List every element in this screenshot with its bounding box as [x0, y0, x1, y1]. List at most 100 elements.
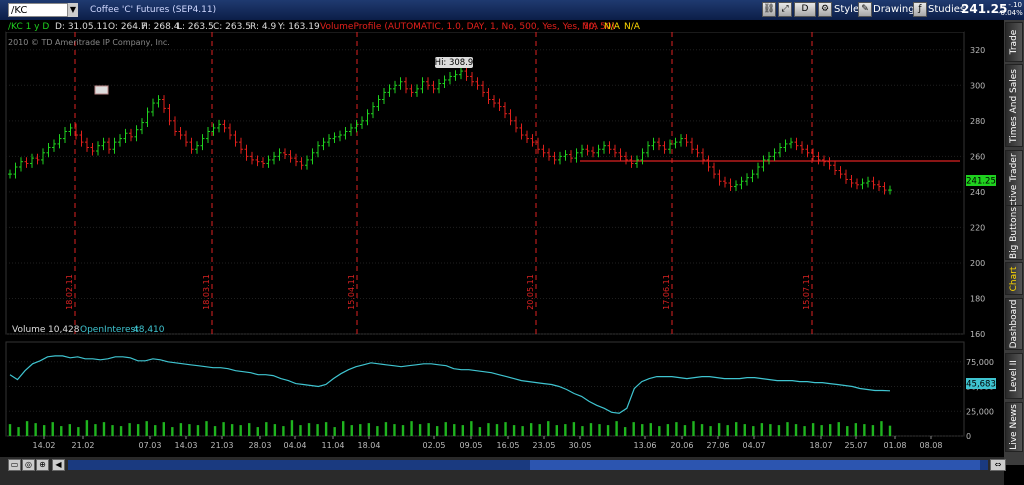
sidebar-tab-dashboard[interactable]: Dashboard [1005, 298, 1023, 350]
scroll-right-icon[interactable]: ⇔ [990, 459, 1006, 471]
volume-bar [735, 422, 738, 436]
ohlc-date: D: 31.05.11 [55, 22, 108, 32]
x-axis-tick: 27.06 [707, 441, 730, 450]
aggregation-button[interactable]: D [794, 2, 816, 17]
volume-bar [171, 427, 174, 436]
svg-text:Hi: 308.9: Hi: 308.9 [435, 58, 474, 68]
volume-label: Volume [12, 325, 46, 335]
volume-value: 10,428 [48, 325, 80, 335]
symbol-input[interactable]: /KC [8, 3, 68, 17]
scroll-left-icon[interactable]: ◀ [52, 459, 65, 471]
volume-bar [8, 424, 12, 436]
volume-bar [478, 427, 482, 436]
volume-bar [248, 423, 251, 436]
volume-bar [273, 424, 277, 436]
volume-bar [34, 423, 37, 436]
current-oi-badge: 45,683 [966, 378, 996, 390]
volume-bar [623, 427, 627, 436]
zoom-in-icon[interactable]: ⊕ [36, 459, 49, 471]
volume-axis-tick: 75,000 [966, 358, 994, 367]
x-axis-tick: 21.02 [72, 441, 95, 450]
drawings-icon[interactable]: ✎ [858, 2, 872, 17]
style-button[interactable]: Style [834, 3, 859, 17]
volume-bar [102, 422, 106, 436]
volume-bar [145, 421, 148, 436]
x-axis-tick: 04.07 [743, 441, 766, 450]
price-axis-tick: 160 [970, 330, 985, 339]
volume-bar [470, 421, 473, 436]
studies-button[interactable]: Studies [928, 3, 965, 17]
volume-bar [743, 424, 746, 436]
volume-bar [60, 426, 63, 436]
x-axis-tick: 04.04 [284, 441, 307, 450]
volume-profile-label[interactable]: VolumeProfile (AUTOMATIC, 1.0, DAY, 1, N… [320, 22, 615, 32]
volume-bar [880, 421, 883, 436]
volume-bar [598, 424, 601, 436]
date-marker-label: 20.05.11 [526, 274, 535, 310]
event-flag-icon[interactable] [94, 85, 109, 95]
style-icon[interactable]: ⚙ [818, 2, 832, 17]
volume-bar [453, 424, 456, 436]
na-label-2: N/A [604, 22, 621, 32]
scrollbar-thumb[interactable] [530, 460, 980, 470]
volume-bar [871, 425, 875, 436]
volume-bar [769, 424, 772, 436]
ohlc-close: C: 263.5 [213, 22, 251, 32]
x-axis-tick: 02.05 [423, 441, 446, 450]
date-marker-label: 15.07.11 [802, 274, 811, 310]
sidebar-tab-trade[interactable]: Trade [1005, 22, 1023, 62]
volume-bar [649, 423, 652, 436]
open-interest-value: 48,410 [133, 325, 165, 335]
volume-bar [828, 424, 832, 436]
x-axis-tick: 28.03 [249, 441, 272, 450]
sidebar-tab-big-buttons[interactable]: Big Buttons [1005, 205, 1023, 260]
price-axis-tick: 280 [970, 117, 985, 126]
sidebar-tab-live-news[interactable]: Live News [1005, 402, 1023, 452]
volume-axis-tick: 0 [966, 432, 971, 441]
high-label: Hi: 308.9 [435, 57, 474, 68]
x-axis-tick: 20.06 [671, 441, 694, 450]
volume-bar [359, 424, 362, 436]
symbol-dropdown-icon[interactable]: ▼ [68, 3, 78, 17]
x-axis-tick: 30.05 [569, 441, 592, 450]
volume-bar [820, 425, 823, 436]
volume-bar [188, 424, 191, 436]
volume-bar [837, 422, 840, 436]
volume-bar [376, 426, 379, 436]
date-marker-label: 18.02.11 [65, 274, 74, 310]
zoom-reset-icon[interactable]: ◎ [22, 459, 35, 471]
volume-bar [794, 424, 798, 436]
current-price-badge: 241.25 [966, 175, 996, 187]
volume-bar [777, 425, 781, 436]
volume-bar [136, 424, 140, 436]
zoom-out-icon[interactable]: ▭ [8, 459, 21, 471]
volume-bar [760, 423, 764, 436]
volume-bar [68, 424, 72, 436]
volume-bar [606, 425, 610, 436]
volume-bar [786, 422, 789, 436]
sidebar-tab-times-and-sales[interactable]: Times And Sales [1005, 64, 1023, 147]
volume-bar [350, 425, 353, 436]
link-icon[interactable]: ⛓ [762, 2, 776, 17]
price-axis-tick: 200 [970, 259, 985, 268]
price-axis-tick: 320 [970, 46, 985, 55]
sidebar-tab-chart[interactable]: Chart [1005, 262, 1023, 295]
x-axis-tick: 18.07 [810, 441, 833, 450]
price-axis-tick: 260 [970, 152, 985, 161]
expand-icon[interactable]: ⤢ [778, 2, 792, 17]
studies-icon[interactable]: ƒ [913, 2, 927, 17]
x-axis-tick: 14.02 [33, 441, 56, 450]
volume-bar [811, 423, 815, 436]
volume-bar [51, 422, 54, 436]
volume-bar [256, 427, 259, 436]
volume-bar [205, 421, 208, 436]
chart-area[interactable]: 18.02.11 18.03.11 15.04.11 20.05.11 17.06.11… [0, 20, 1004, 457]
volume-bar [555, 425, 558, 436]
volume-bar [666, 424, 670, 436]
sidebar-tab-level-ii[interactable]: Level II [1005, 353, 1023, 399]
volume-bar [111, 425, 114, 436]
price-axis-tick: 180 [970, 294, 985, 303]
date-marker-label: 15.04.11 [347, 274, 356, 310]
volume-bar [179, 423, 183, 436]
volume-bar [717, 423, 721, 436]
